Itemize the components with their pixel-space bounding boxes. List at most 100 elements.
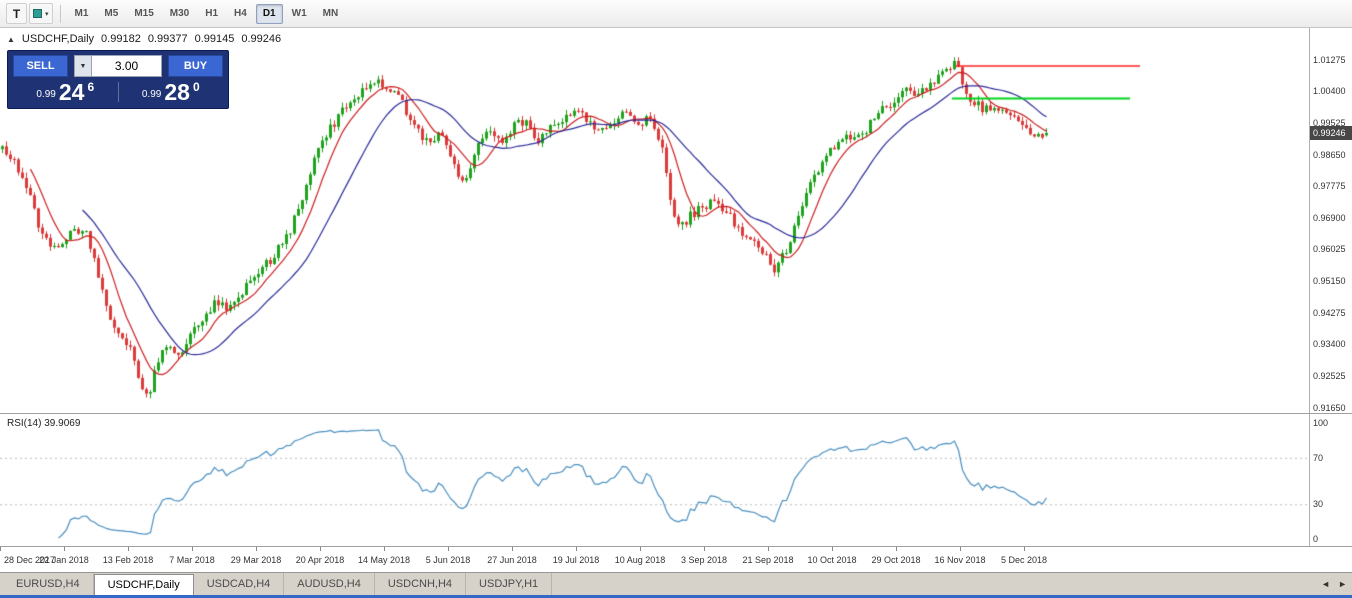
high-value: 0.99377 bbox=[148, 33, 188, 45]
price-tick-label: 1.01275 bbox=[1313, 55, 1346, 65]
date-axis[interactable]: 28 Dec 201722 Jan 201813 Feb 20187 Mar 2… bbox=[0, 546, 1352, 572]
chart-tab-bar: EURUSD,H4USDCHF,DailyUSDCAD,H4AUDUSD,H4U… bbox=[0, 572, 1352, 595]
date-tick-mark bbox=[64, 547, 65, 551]
bid-big-digits: 24 bbox=[59, 82, 85, 103]
timeframe-button-m1[interactable]: M1 bbox=[68, 4, 96, 24]
date-tick-mark bbox=[896, 547, 897, 551]
price-tick-label: 0.93400 bbox=[1313, 339, 1346, 349]
date-tick-label: 20 Apr 2018 bbox=[296, 555, 345, 565]
date-tick-mark bbox=[576, 547, 577, 551]
ask-price[interactable]: 0.99 28 0 bbox=[119, 79, 224, 105]
price-tick-label: 0.94275 bbox=[1313, 308, 1346, 318]
bid-price[interactable]: 0.99 24 6 bbox=[13, 79, 118, 105]
date-tick-mark bbox=[128, 547, 129, 551]
date-tick-mark bbox=[704, 547, 705, 551]
tab-scroll-left-icon[interactable]: ◄ bbox=[1321, 579, 1330, 589]
date-tick-mark bbox=[512, 547, 513, 551]
tab-eurusd-h4[interactable]: EURUSD,H4 bbox=[3, 573, 94, 595]
timeframe-button-m5[interactable]: M5 bbox=[97, 4, 125, 24]
volume-dropdown-button[interactable]: ▼ bbox=[74, 55, 91, 77]
rsi-indicator-label: RSI(14) 39.9069 bbox=[7, 418, 80, 429]
chevron-down-icon: ▾ bbox=[45, 10, 49, 18]
buy-button[interactable]: BUY bbox=[168, 55, 223, 77]
bid-pip-digit: 6 bbox=[87, 80, 94, 94]
date-tick-label: 29 Oct 2018 bbox=[871, 555, 920, 565]
tab-scroll-right-icon[interactable]: ► bbox=[1338, 579, 1347, 589]
date-tick-mark bbox=[960, 547, 961, 551]
timeframe-toolbar: M1M5M15M30H1H4D1W1MN bbox=[67, 4, 347, 24]
date-tick-label: 5 Dec 2018 bbox=[1001, 555, 1047, 565]
price-tick-label: 0.99525 bbox=[1313, 118, 1346, 128]
tab-usdcnh-h4[interactable]: USDCNH,H4 bbox=[375, 573, 466, 595]
date-tick-mark bbox=[640, 547, 641, 551]
text-tool-button[interactable]: T bbox=[6, 3, 27, 24]
timeframe-button-h1[interactable]: H1 bbox=[198, 4, 225, 24]
volume-control: ▼ 3.00 bbox=[74, 55, 162, 77]
timeframe-button-m15[interactable]: M15 bbox=[127, 4, 160, 24]
date-tick-label: 5 Jun 2018 bbox=[426, 555, 471, 565]
date-tick-label: 19 Jul 2018 bbox=[553, 555, 600, 565]
rsi-tick-label: 30 bbox=[1313, 499, 1323, 509]
open-value: 0.99182 bbox=[101, 33, 141, 45]
date-tick-mark bbox=[320, 547, 321, 551]
bid-prefix: 0.99 bbox=[36, 89, 55, 100]
timeframe-button-w1[interactable]: W1 bbox=[285, 4, 314, 24]
current-price-badge: 0.99246 bbox=[1310, 126, 1352, 140]
date-tick-label: 21 Sep 2018 bbox=[742, 555, 793, 565]
tab-usdcad-h4[interactable]: USDCAD,H4 bbox=[194, 573, 285, 595]
date-tick-label: 29 Mar 2018 bbox=[231, 555, 282, 565]
price-tick-label: 1.00400 bbox=[1313, 86, 1346, 96]
ask-prefix: 0.99 bbox=[142, 89, 161, 100]
rsi-axis[interactable]: 100 70 30 0 bbox=[1310, 414, 1352, 546]
drawing-tool-button[interactable]: ▾ bbox=[29, 3, 53, 24]
rsi-panel: 100 70 30 0 RSI(14) 39.9069 bbox=[0, 413, 1352, 546]
date-tick-label: 10 Oct 2018 bbox=[807, 555, 856, 565]
date-tick-label: 27 Jun 2018 bbox=[487, 555, 537, 565]
date-tick-label: 13 Feb 2018 bbox=[103, 555, 154, 565]
tab-audusd-h4[interactable]: AUDUSD,H4 bbox=[284, 573, 375, 595]
date-tick-label: 16 Nov 2018 bbox=[934, 555, 985, 565]
collapse-arrow-icon[interactable]: ▲ bbox=[7, 35, 15, 44]
rsi-tick-label: 70 bbox=[1313, 453, 1323, 463]
chart-title: USDCHF,Daily bbox=[22, 33, 94, 45]
date-tick-label: 3 Sep 2018 bbox=[681, 555, 727, 565]
close-value: 0.99246 bbox=[241, 33, 281, 45]
timeframe-button-m30[interactable]: M30 bbox=[163, 4, 196, 24]
rsi-tick-label: 100 bbox=[1313, 418, 1328, 428]
chart-area: 0.99246 1.012751.004000.995250.986500.97… bbox=[0, 28, 1352, 413]
timeframe-button-d1[interactable]: D1 bbox=[256, 4, 283, 24]
date-tick-mark bbox=[256, 547, 257, 551]
timeframe-button-mn[interactable]: MN bbox=[316, 4, 346, 24]
terminal-window: T ▾ M1M5M15M30H1H4D1W1MN 0.99246 1.01275… bbox=[0, 0, 1352, 598]
sell-button[interactable]: SELL bbox=[13, 55, 68, 77]
date-tick-label: 7 Mar 2018 bbox=[169, 555, 215, 565]
price-tick-label: 0.96900 bbox=[1313, 213, 1346, 223]
one-click-trade-panel: SELL ▼ 3.00 BUY 0.99 24 6 0.99 28 0 bbox=[7, 50, 229, 109]
text-tool-icon: T bbox=[13, 7, 20, 21]
rsi-tick-label: 0 bbox=[1313, 534, 1318, 544]
ask-big-digits: 28 bbox=[164, 82, 190, 103]
toolbar: T ▾ M1M5M15M30H1H4D1W1MN bbox=[0, 0, 1352, 28]
date-tick-mark bbox=[192, 547, 193, 551]
tab-usdchf-daily[interactable]: USDCHF,Daily bbox=[94, 574, 194, 595]
price-axis[interactable]: 0.99246 1.012751.004000.995250.986500.97… bbox=[1310, 28, 1352, 413]
ask-pip-digit: 0 bbox=[193, 80, 200, 94]
date-tick-mark bbox=[384, 547, 385, 551]
toolbar-separator bbox=[60, 5, 61, 23]
price-tick-label: 0.91650 bbox=[1313, 403, 1346, 413]
date-tick-mark bbox=[448, 547, 449, 551]
date-tick-mark bbox=[768, 547, 769, 551]
price-tick-label: 0.92525 bbox=[1313, 371, 1346, 381]
date-tick-mark bbox=[0, 547, 1, 551]
volume-input[interactable]: 3.00 bbox=[91, 55, 162, 77]
tab-scroll-controls: ◄ ► bbox=[1321, 573, 1347, 595]
price-tick-label: 0.95150 bbox=[1313, 276, 1346, 286]
date-tick-mark bbox=[1024, 547, 1025, 551]
rsi-chart-canvas[interactable] bbox=[0, 415, 1309, 547]
low-value: 0.99145 bbox=[195, 33, 235, 45]
timeframe-button-h4[interactable]: H4 bbox=[227, 4, 254, 24]
date-tick-label: 14 May 2018 bbox=[358, 555, 410, 565]
drawing-tool-icon bbox=[33, 9, 42, 18]
price-tick-label: 0.98650 bbox=[1313, 150, 1346, 160]
tab-usdjpy-h1[interactable]: USDJPY,H1 bbox=[466, 573, 552, 595]
